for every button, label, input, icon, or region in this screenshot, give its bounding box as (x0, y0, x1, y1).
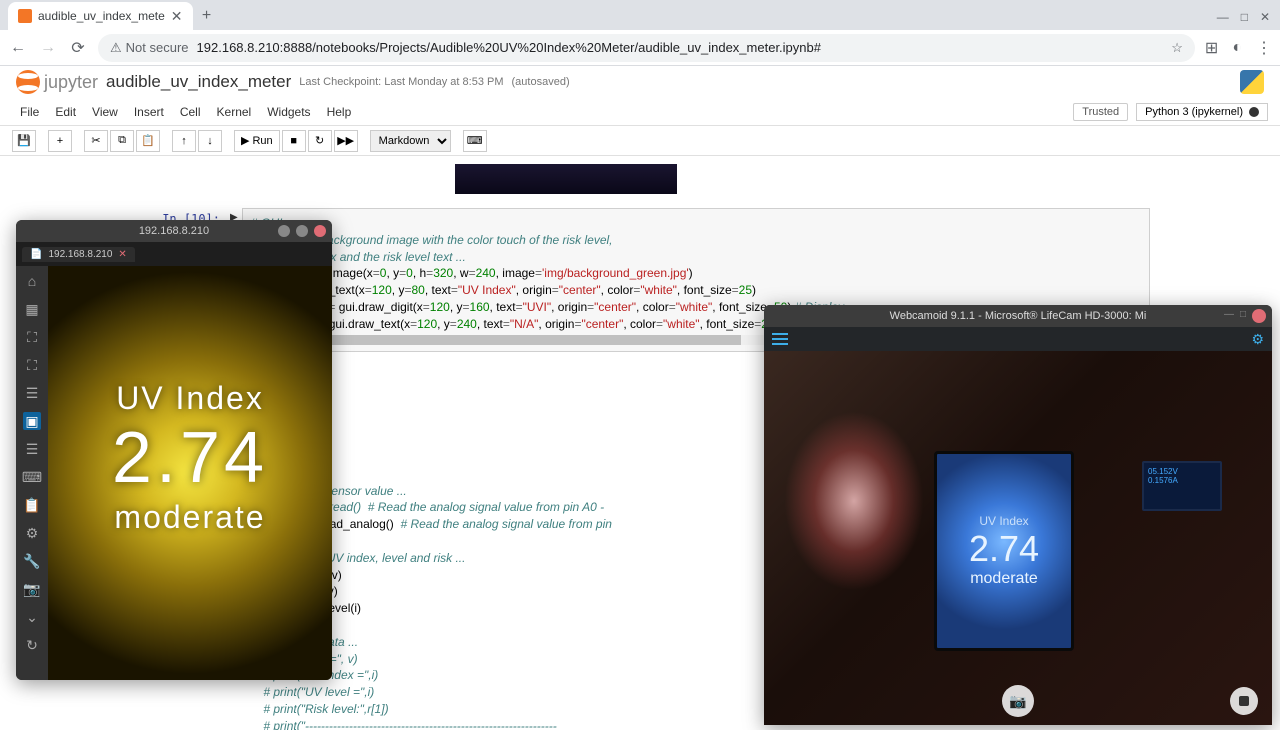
restart-button[interactable]: ↻ (308, 130, 332, 152)
menu-widgets[interactable]: Widgets (259, 105, 318, 119)
webcam-title: Webcamoid 9.1.1 - Microsoft® LifeCam HD-… (890, 310, 1147, 322)
window-maximize-icon[interactable]: □ (1241, 10, 1248, 24)
close-icon[interactable] (1252, 309, 1266, 323)
maximize-icon[interactable] (296, 225, 308, 237)
refresh-icon[interactable]: ↻ (23, 636, 41, 654)
url-field[interactable]: ⚠ Not secure 192.168.8.210:8888/notebook… (98, 34, 1195, 62)
webcam-feed: UV Index 2.74 moderate 05.152V 0.1576A 📷 (764, 351, 1272, 725)
close-icon[interactable] (314, 225, 326, 237)
trusted-badge[interactable]: Trusted (1073, 103, 1128, 121)
menu-file[interactable]: File (12, 105, 47, 119)
menu-icon[interactable]: ⋮ (1256, 38, 1272, 58)
move-up-button[interactable]: ↑ (172, 130, 196, 152)
forward-button[interactable]: → (38, 38, 58, 58)
display-icon[interactable]: ▣ (23, 412, 41, 430)
jupyter-header: jupyter audible_uv_index_meter Last Chec… (0, 66, 1280, 98)
checkpoint-text: Last Checkpoint: Last Monday at 8:53 PM (299, 76, 503, 88)
kernel-busy-icon (1249, 107, 1259, 117)
record-button[interactable] (1230, 687, 1258, 715)
folder-icon: 📄 (30, 249, 42, 260)
maximize-icon[interactable]: □ (1240, 309, 1246, 323)
kernel-indicator[interactable]: Python 3 (ipykernel) (1136, 103, 1268, 121)
url-text: 192.168.8.210:8888/notebooks/Projects/Au… (197, 40, 821, 55)
command-palette-button[interactable]: ⌨ (463, 130, 487, 152)
output-image (455, 164, 677, 194)
browser-tab[interactable]: audible_uv_index_mete ✕ (8, 2, 193, 30)
chevron-down-icon[interactable]: ⌄ (23, 608, 41, 626)
copy-button[interactable]: ⧉ (110, 130, 134, 152)
menu-view[interactable]: View (84, 105, 126, 119)
minimize-icon[interactable] (278, 225, 290, 237)
stop-button[interactable]: ■ (282, 130, 306, 152)
jupyter-logo-icon (16, 70, 40, 94)
uv-value: 2.74 (112, 417, 268, 499)
jupyter-logo[interactable]: jupyter (16, 70, 98, 94)
menubar: File Edit View Insert Cell Kernel Widget… (0, 98, 1280, 126)
extension-icon[interactable]: ⊞ (1205, 38, 1218, 58)
hamburger-icon[interactable] (772, 333, 788, 345)
vnc-titlebar[interactable]: 192.168.8.210 (16, 220, 332, 242)
led-glow (784, 411, 924, 591)
move-down-button[interactable]: ↓ (198, 130, 222, 152)
vnc-window[interactable]: 192.168.8.210 📄 192.168.8.210 ✕ ⌂ ▦ ⛶ ⛶ … (16, 220, 332, 680)
toolbar: 💾 + ✂ ⧉ 📋 ↑ ↓ ▶ Run ■ ↻ ▶▶ Markdown ⌨ (0, 126, 1280, 156)
python-logo-icon[interactable] (1240, 70, 1264, 94)
webcam-toolbar: ⚙ (764, 327, 1272, 351)
not-secure-badge[interactable]: ⚠ Not secure (110, 40, 189, 56)
device-screen: UV Index 2.74 moderate (934, 451, 1074, 651)
close-tab-icon[interactable]: ✕ (171, 8, 183, 25)
notebook-name[interactable]: audible_uv_index_meter (106, 72, 291, 92)
keyboard-icon[interactable]: ⌨ (23, 468, 41, 486)
address-bar: ← → ⟳ ⚠ Not secure 192.168.8.210:8888/no… (0, 30, 1280, 66)
paste-button[interactable]: 📋 (136, 130, 160, 152)
window-close-icon[interactable]: ✕ (1260, 10, 1270, 24)
vnc-tab-bar: 📄 192.168.8.210 ✕ (16, 242, 332, 266)
home-icon[interactable]: ⌂ (23, 272, 41, 290)
fullscreen-icon[interactable]: ⛶ (23, 356, 41, 374)
window-minimize-icon[interactable]: — (1217, 10, 1229, 24)
clipboard-icon[interactable]: 📋 (23, 496, 41, 514)
menu-insert[interactable]: Insert (126, 105, 172, 119)
wrench-icon[interactable]: 🔧 (23, 552, 41, 570)
close-tab-icon[interactable]: ✕ (118, 249, 126, 260)
expand-icon[interactable]: ⛶ (23, 328, 41, 346)
menu-cell[interactable]: Cell (172, 105, 209, 119)
vnc-tab[interactable]: 📄 192.168.8.210 ✕ (22, 247, 135, 262)
add-cell-button[interactable]: + (48, 130, 72, 152)
camera-icon[interactable]: 📷 (23, 580, 41, 598)
run-button[interactable]: ▶ Run (234, 130, 280, 152)
tab-title: audible_uv_index_mete (38, 9, 165, 23)
uv-risk: moderate (114, 499, 265, 536)
uv-title: UV Index (116, 380, 264, 417)
list-icon[interactable]: ☰ (23, 384, 41, 402)
menu-edit[interactable]: Edit (47, 105, 84, 119)
warning-icon: ⚠ (110, 40, 122, 56)
uv-display: UV Index 2.74 moderate (48, 266, 332, 680)
layers-icon[interactable]: ▦ (23, 300, 41, 318)
restart-run-all-button[interactable]: ▶▶ (334, 130, 358, 152)
cell-type-select[interactable]: Markdown (370, 130, 451, 152)
jupyter-favicon (18, 9, 32, 23)
minimize-icon[interactable]: — (1224, 309, 1234, 323)
webcam-titlebar[interactable]: Webcamoid 9.1.1 - Microsoft® LifeCam HD-… (764, 305, 1272, 327)
profile-icon[interactable]: ◐ (1232, 39, 1242, 57)
power-meter: 05.152V 0.1576A (1142, 461, 1222, 511)
webcam-window[interactable]: Webcamoid 9.1.1 - Microsoft® LifeCam HD-… (764, 305, 1272, 725)
reload-button[interactable]: ⟳ (68, 38, 88, 58)
back-button[interactable]: ← (8, 38, 28, 58)
cut-button[interactable]: ✂ (84, 130, 108, 152)
browser-tab-strip: audible_uv_index_mete ✕ + — □ ✕ (0, 0, 1280, 30)
capture-button[interactable]: 📷 (1002, 685, 1034, 717)
new-tab-button[interactable]: + (193, 2, 221, 30)
star-icon[interactable]: ☆ (1171, 40, 1183, 56)
menu-kernel[interactable]: Kernel (209, 105, 260, 119)
vnc-title: 192.168.8.210 (139, 225, 209, 237)
gear-icon[interactable]: ⚙ (23, 524, 41, 542)
vnc-sidebar: ⌂ ▦ ⛶ ⛶ ☰ ▣ ☰ ⌨ 📋 ⚙ 🔧 📷 ⌄ ↻ (16, 266, 48, 680)
gear-icon[interactable]: ⚙ (1251, 331, 1264, 348)
menu-icon[interactable]: ☰ (23, 440, 41, 458)
autosaved-text: (autosaved) (512, 76, 570, 88)
menu-help[interactable]: Help (319, 105, 360, 119)
save-button[interactable]: 💾 (12, 130, 36, 152)
